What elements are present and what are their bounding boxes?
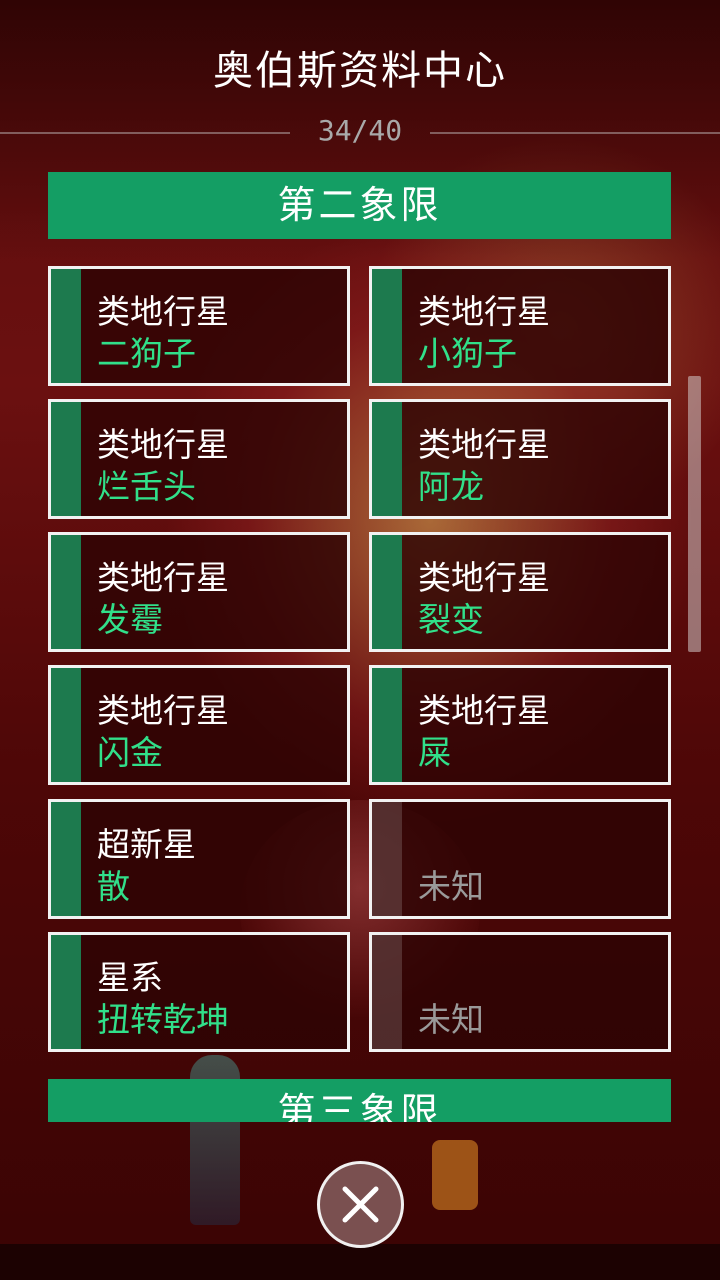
entry-name: 发霉 — [97, 600, 163, 639]
close-icon — [342, 1186, 379, 1223]
entry-name: 散 — [97, 867, 130, 906]
entry-name: 阿龙 — [418, 467, 484, 506]
collection-list[interactable]: 第二象限 类地行星 二狗子 类地行星 小狗子 类地行星 烂舌头 类地行星 阿龙 … — [48, 172, 672, 1122]
divider-left — [0, 132, 290, 134]
entry-type: 类地行星 — [97, 558, 229, 597]
entry-card-locked[interactable]: 未知 — [369, 932, 671, 1052]
entry-card[interactable]: 类地行星 裂变 — [369, 532, 671, 652]
entry-name: 扭转乾坤 — [97, 1000, 229, 1039]
entry-card[interactable]: 类地行星 屎 — [369, 665, 671, 785]
divider-right — [430, 132, 720, 134]
card-accent-strip — [51, 802, 81, 916]
entry-card[interactable]: 类地行星 闪金 — [48, 665, 350, 785]
card-accent-strip — [372, 402, 402, 516]
entry-card[interactable]: 星系 扭转乾坤 — [48, 932, 350, 1052]
card-accent-strip — [372, 269, 402, 383]
entry-type: 类地行星 — [418, 691, 550, 730]
card-accent-strip — [372, 935, 402, 1049]
entry-type: 超新星 — [97, 825, 196, 864]
entry-name: 小狗子 — [418, 334, 517, 373]
scrollbar[interactable] — [688, 376, 701, 652]
entry-name: 裂变 — [418, 600, 484, 639]
card-accent-strip — [372, 802, 402, 916]
entry-name-unknown: 未知 — [418, 867, 484, 906]
card-accent-strip — [372, 535, 402, 649]
entry-card[interactable]: 超新星 散 — [48, 799, 350, 919]
entry-name: 屎 — [418, 733, 451, 772]
entry-type: 类地行星 — [97, 425, 229, 464]
card-accent-strip — [51, 535, 81, 649]
entry-card[interactable]: 类地行星 阿龙 — [369, 399, 671, 519]
card-accent-strip — [51, 402, 81, 516]
section-header-quadrant-3: 第三象限 — [48, 1079, 671, 1122]
page-title: 奥伯斯资料中心 — [213, 48, 507, 94]
entry-type: 类地行星 — [97, 691, 229, 730]
entry-card[interactable]: 类地行星 二狗子 — [48, 266, 350, 386]
close-button[interactable] — [317, 1161, 404, 1248]
entry-type: 类地行星 — [418, 425, 550, 464]
entry-type: 类地行星 — [97, 292, 229, 331]
entry-card-locked[interactable]: 未知 — [369, 799, 671, 919]
card-accent-strip — [372, 668, 402, 782]
entry-name: 闪金 — [97, 733, 163, 772]
entry-name: 烂舌头 — [97, 467, 196, 506]
entry-name: 二狗子 — [97, 334, 196, 373]
entry-card[interactable]: 类地行星 发霉 — [48, 532, 350, 652]
background-floor — [0, 1244, 720, 1280]
collection-progress: 34/40 — [0, 112, 720, 152]
progress-count: 34/40 — [317, 114, 403, 147]
entry-type: 类地行星 — [418, 292, 550, 331]
section-header-quadrant-2: 第二象限 — [48, 172, 671, 239]
entry-card[interactable]: 类地行星 小狗子 — [369, 266, 671, 386]
card-accent-strip — [51, 269, 81, 383]
card-accent-strip — [51, 935, 81, 1049]
background-robot — [432, 1140, 478, 1210]
entry-card[interactable]: 类地行星 烂舌头 — [48, 399, 350, 519]
entry-type: 类地行星 — [418, 558, 550, 597]
card-accent-strip — [51, 668, 81, 782]
entry-name-unknown: 未知 — [418, 1000, 484, 1039]
entry-type: 星系 — [97, 958, 163, 997]
